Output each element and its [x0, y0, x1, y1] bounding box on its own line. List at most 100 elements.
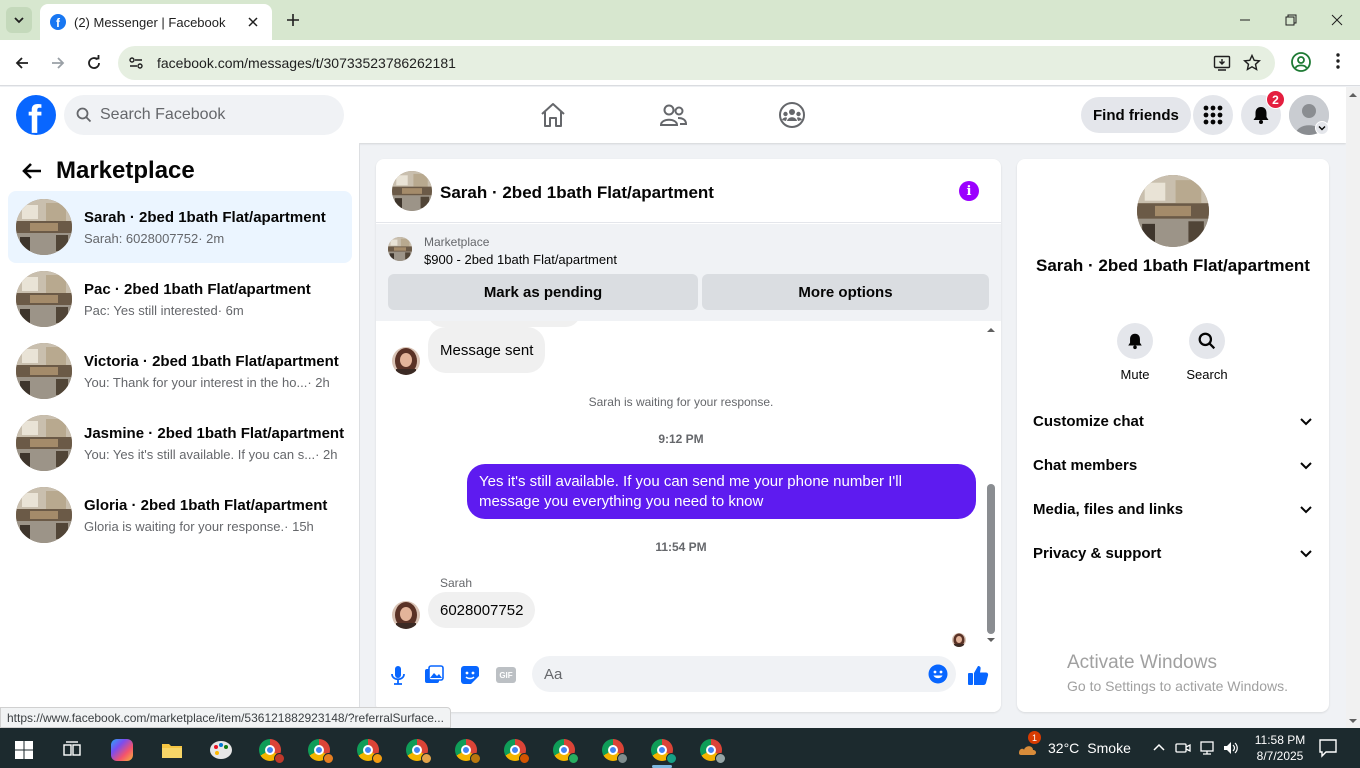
outgoing-message[interactable]: Yes it's still available. If you can sen… [467, 464, 976, 519]
task-view-icon [63, 741, 81, 756]
send-like-button[interactable] [966, 663, 990, 687]
meet-now-icon[interactable] [1175, 740, 1191, 756]
emoji-icon[interactable] [928, 664, 948, 684]
tab-search-button[interactable] [6, 7, 32, 33]
back-button[interactable] [10, 51, 34, 75]
chrome-icon [700, 739, 726, 764]
chrome-profile-4-button[interactable] [397, 732, 437, 768]
account-menu-caret[interactable] [1315, 121, 1329, 135]
tab-close-button[interactable] [244, 13, 262, 31]
network-icon[interactable] [1199, 740, 1215, 756]
chevron-up-icon[interactable] [1151, 740, 1167, 756]
incoming-message[interactable]: 6028007752 [428, 592, 536, 628]
chrome-profile-8-button[interactable] [593, 732, 633, 768]
mute-action[interactable]: Mute [1105, 323, 1165, 382]
home-icon[interactable] [539, 101, 567, 129]
listing-thumbnail [16, 343, 72, 399]
chrome-profile-6-button[interactable] [495, 732, 535, 768]
scroll-down-arrow-icon[interactable] [986, 635, 996, 645]
window-close-button[interactable] [1314, 0, 1360, 40]
more-options-button[interactable]: More options [702, 274, 989, 310]
conversation-avatar[interactable] [1137, 175, 1209, 247]
back-to-chats-button[interactable] [16, 155, 48, 187]
copilot-button[interactable] [102, 732, 142, 768]
message-list: Message sent Sarah is waiting for your r… [376, 321, 1001, 651]
privacy-support-section[interactable]: Privacy & support [1025, 531, 1321, 575]
chrome-profile-10-button[interactable] [691, 732, 731, 768]
chat-avatar[interactable] [392, 171, 432, 211]
reload-button[interactable] [82, 51, 106, 75]
conversation-item[interactable]: Pac · 2bed 1bath Flat/apartment Pac: Yes… [8, 263, 352, 335]
volume-icon[interactable] [1223, 740, 1239, 756]
conversation-time: · 2h [315, 446, 338, 462]
bell-icon [1128, 333, 1142, 350]
bookmark-star-icon[interactable] [1243, 54, 1261, 72]
conversation-item[interactable]: Victoria · 2bed 1bath Flat/apartment You… [8, 335, 352, 407]
browser-profile-icon[interactable] [1290, 51, 1312, 73]
chat-scrollbar[interactable] [984, 321, 998, 651]
message-input-container[interactable] [532, 656, 956, 692]
voice-clip-button[interactable] [386, 663, 410, 687]
window-maximize-button[interactable] [1268, 0, 1314, 40]
conversation-item[interactable]: Jasmine · 2bed 1bath Flat/apartment You:… [8, 407, 352, 479]
url-text[interactable]: facebook.com/messages/t/3073352378626218… [157, 55, 456, 71]
scroll-up-arrow-icon[interactable] [1346, 90, 1360, 100]
listing-title[interactable]: $900 - 2bed 1bath Flat/apartment [424, 252, 617, 267]
temperature: 32°C [1048, 740, 1080, 756]
message-input[interactable] [544, 656, 904, 692]
sticker-button[interactable] [458, 663, 482, 687]
install-app-icon[interactable] [1213, 54, 1231, 72]
notification-center-icon[interactable] [1318, 738, 1338, 758]
profile-badge-icon [519, 753, 530, 764]
file-explorer-button[interactable] [152, 732, 192, 768]
media-files-links-section[interactable]: Media, files and links [1025, 487, 1321, 531]
listing-thumbnail[interactable] [388, 237, 412, 261]
marketplace-sidebar: Marketplace Sarah · 2bed 1bath Flat/apar… [0, 143, 360, 728]
groups-icon[interactable] [778, 101, 806, 129]
incoming-message[interactable]: Message sent [428, 327, 546, 373]
find-friends-button[interactable]: Find friends [1081, 97, 1191, 133]
conversation-item[interactable]: Gloria · 2bed 1bath Flat/apartment Glori… [8, 479, 352, 551]
chat-members-section[interactable]: Chat members [1025, 443, 1321, 487]
chrome-profile-3-button[interactable] [348, 732, 388, 768]
clock-time: 11:58 PM [1254, 733, 1306, 747]
arrow-right-icon [52, 57, 65, 69]
site-settings-icon[interactable] [128, 55, 144, 71]
new-tab-button[interactable] [282, 9, 304, 31]
section-label: Chat members [1033, 456, 1138, 474]
scroll-down-arrow-icon[interactable] [1346, 716, 1360, 726]
facebook-search[interactable] [64, 95, 344, 135]
conversation-item[interactable]: Sarah · 2bed 1bath Flat/apartment Sarah:… [8, 191, 352, 263]
start-button[interactable] [4, 732, 44, 768]
search-action[interactable]: Search [1177, 323, 1237, 382]
info-icon[interactable]: i [959, 181, 979, 201]
gif-button[interactable]: GIF [494, 663, 518, 687]
chrome-profile-9-button[interactable] [642, 732, 682, 768]
window-minimize-button[interactable] [1222, 0, 1268, 40]
chrome-profile-5-button[interactable] [446, 732, 486, 768]
browser-tab-messenger[interactable]: f (2) Messenger | Facebook [40, 4, 272, 40]
facebook-search-input[interactable] [100, 106, 320, 124]
friends-icon[interactable] [659, 101, 687, 129]
menu-button[interactable] [1193, 95, 1233, 135]
chrome-profile-1-button[interactable] [250, 732, 290, 768]
address-bar[interactable]: facebook.com/messages/t/3073352378626218… [118, 46, 1275, 80]
page-scrollbar[interactable] [1346, 87, 1360, 728]
conversation-time: · 2m [198, 230, 225, 246]
weather-condition: Smoke [1087, 740, 1131, 756]
customize-chat-section[interactable]: Customize chat [1025, 399, 1321, 443]
scroll-up-arrow-icon[interactable] [986, 325, 996, 335]
chrome-profile-2-button[interactable] [299, 732, 339, 768]
mark-as-pending-button[interactable]: Mark as pending [388, 274, 698, 310]
system-clock[interactable]: 11:58 PM 8/7/2025 [1250, 732, 1310, 764]
scroll-thumb[interactable] [987, 484, 995, 634]
forward-button[interactable] [46, 51, 70, 75]
chat-title[interactable]: Sarah · 2bed 1bath Flat/apartment [440, 183, 714, 203]
task-view-button[interactable] [52, 732, 92, 768]
facebook-logo[interactable]: f [16, 95, 56, 135]
chevron-down-icon [1300, 418, 1312, 426]
paint-app-button[interactable] [201, 732, 241, 768]
kebab-menu-icon[interactable] [1328, 51, 1348, 71]
chrome-profile-7-button[interactable] [544, 732, 584, 768]
attach-media-button[interactable] [422, 663, 446, 687]
